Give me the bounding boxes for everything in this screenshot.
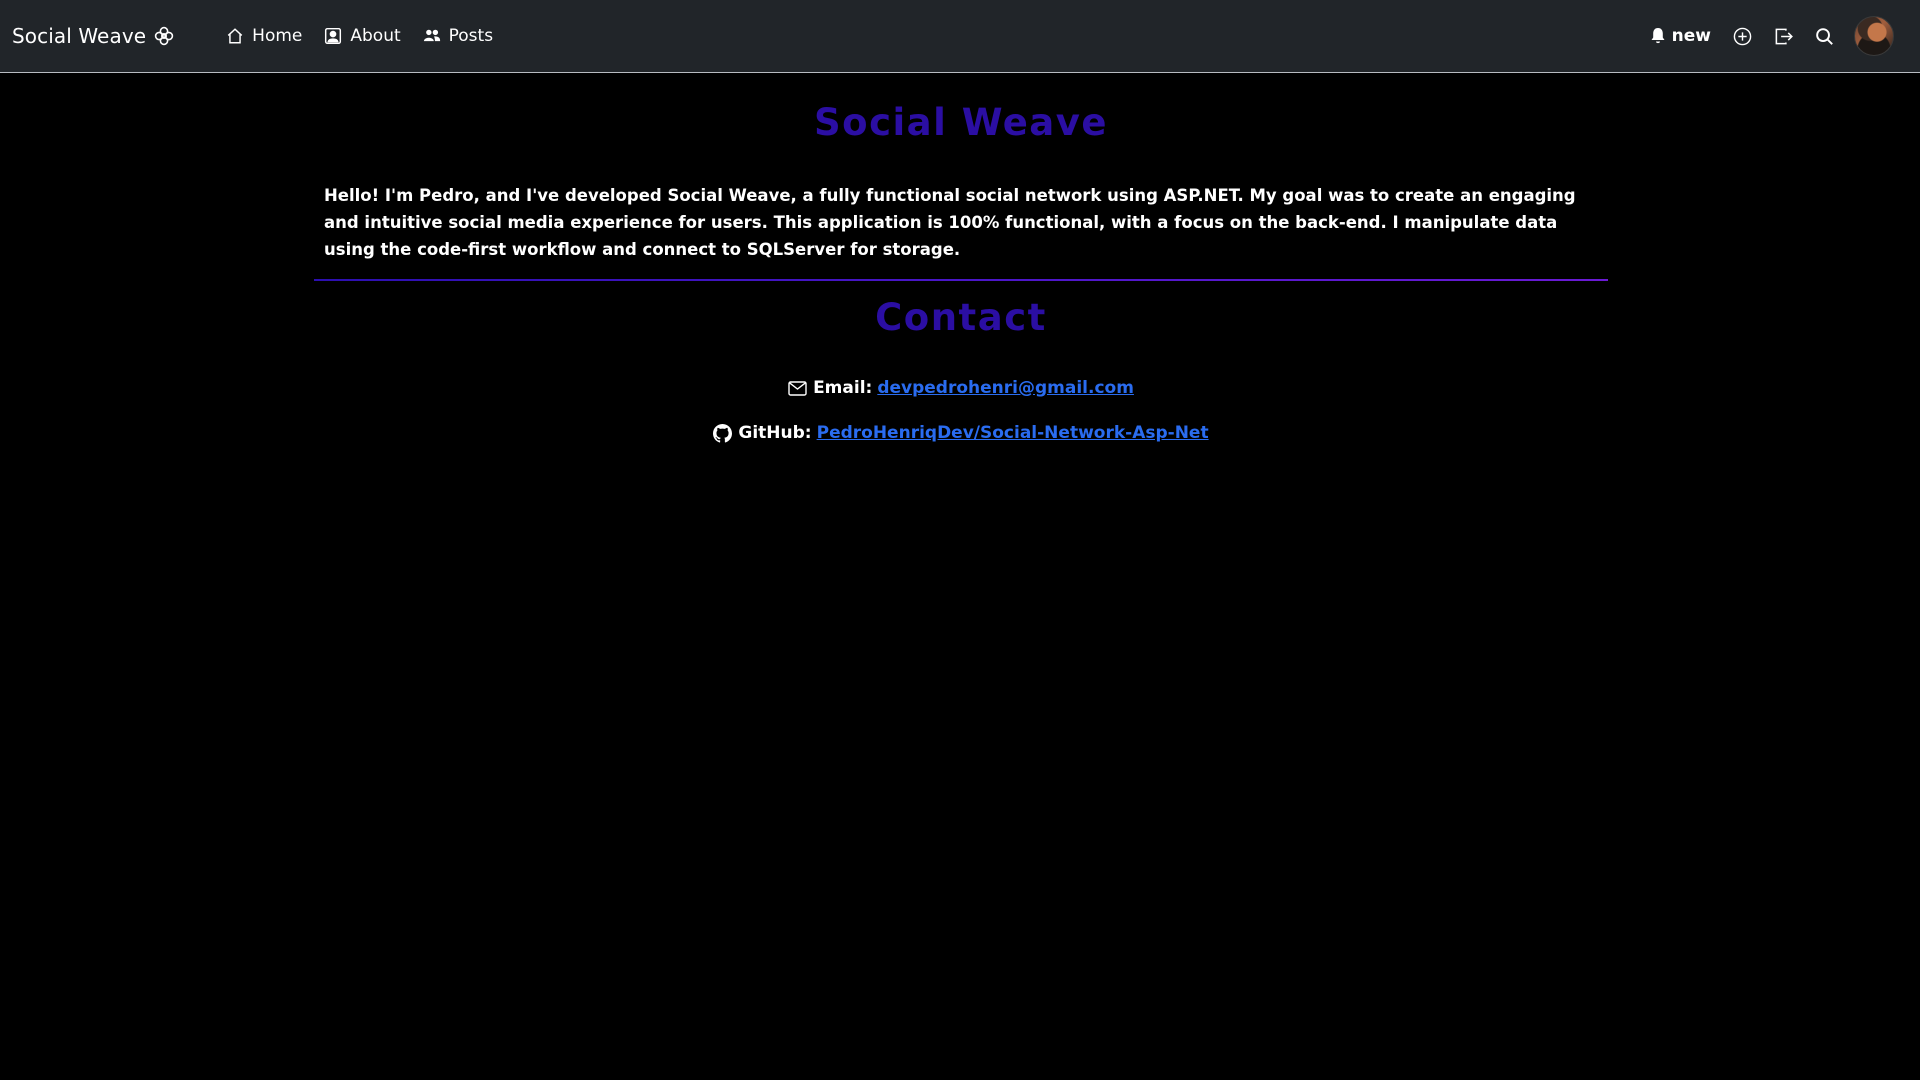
logout-icon <box>1775 28 1793 44</box>
search-button[interactable] <box>1813 25 1835 47</box>
nav-posts-label: Posts <box>448 26 494 46</box>
nav-home[interactable]: Home <box>226 26 302 46</box>
nav-posts[interactable]: Posts <box>423 26 493 46</box>
contact-title: Contact <box>875 296 1047 339</box>
nav-right: new <box>1650 0 1894 72</box>
nav-home-label: Home <box>252 26 303 46</box>
page-title: Social Weave <box>814 101 1108 144</box>
top-navbar: Social Weave Home About Posts new <box>0 0 1920 73</box>
github-label: GitHub: <box>738 423 812 443</box>
section-divider <box>314 279 1608 281</box>
notifications-button[interactable]: new <box>1650 26 1711 46</box>
email-label: Email: <box>813 378 873 398</box>
person-badge-icon <box>325 27 342 45</box>
github-contact: GitHub: PedroHenriqDev/Social-Network-As… <box>314 423 1608 443</box>
bell-icon <box>1651 28 1665 44</box>
people-icon <box>423 29 440 42</box>
nav-about[interactable]: About <box>324 26 401 46</box>
main-content: Social Weave Hello! I'm Pedro, and I've … <box>314 73 1608 443</box>
create-post-button[interactable] <box>1731 25 1753 47</box>
email-link[interactable]: devpedrohenri@gmail.com <box>877 378 1134 398</box>
search-icon <box>1815 27 1833 45</box>
envelope-icon <box>788 380 807 396</box>
nav-about-label: About <box>350 26 401 46</box>
notifications-label: new <box>1671 26 1711 46</box>
github-link[interactable]: PedroHenriqDev/Social-Network-Asp-Net <box>817 423 1209 443</box>
github-icon <box>713 423 733 443</box>
avatar[interactable] <box>1854 16 1894 56</box>
nav-links: Home About Posts <box>226 26 515 46</box>
flower-logo-icon <box>154 26 174 46</box>
email-contact: Email: devpedrohenri@gmail.com <box>314 378 1608 398</box>
logout-button[interactable] <box>1772 25 1794 47</box>
house-icon <box>227 28 243 44</box>
brand-name: Social Weave <box>12 24 147 48</box>
plus-circle-icon <box>1733 27 1751 45</box>
brand-link[interactable]: Social Weave <box>12 24 174 48</box>
intro-paragraph: Hello! I'm Pedro, and I've developed Soc… <box>324 186 1576 259</box>
